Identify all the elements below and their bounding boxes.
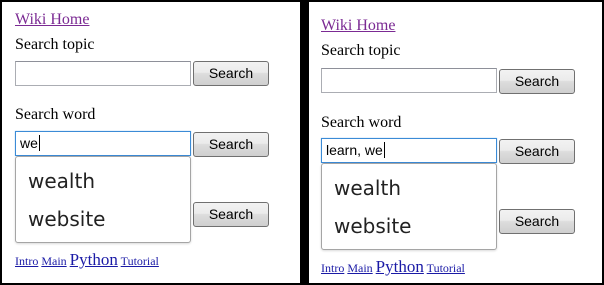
footer-link-intro[interactable]: Intro: [321, 261, 344, 275]
suggestion-item[interactable]: website: [334, 214, 411, 238]
footer-links: Intro Main Python Tutorial: [15, 250, 159, 270]
search-word-label: Search word: [15, 106, 96, 123]
footer-link-python[interactable]: Python: [376, 257, 424, 276]
search-word-value: we: [20, 135, 38, 151]
footer-link-main[interactable]: Main: [347, 261, 372, 275]
suggestion-item[interactable]: wealth: [334, 176, 401, 200]
wiki-home-link[interactable]: Wiki Home: [321, 17, 395, 35]
search-topic-button[interactable]: Search: [193, 61, 269, 86]
footer-link-tutorial[interactable]: Tutorial: [121, 254, 159, 268]
search-word-label: Search word: [321, 114, 402, 131]
search-topic-label: Search topic: [321, 42, 401, 59]
footer-links: Intro Main Python Tutorial: [321, 257, 465, 277]
search-topic-input[interactable]: [321, 68, 497, 93]
footer-link-intro[interactable]: Intro: [15, 254, 38, 268]
autocomplete-dropdown: wealth website: [321, 163, 497, 250]
text-caret: [383, 142, 385, 158]
search-word-input[interactable]: we: [15, 131, 191, 156]
left-panel: Wiki Home Search topic Search Search wor…: [0, 0, 302, 285]
search-topic-label: Search topic: [15, 36, 95, 53]
text-caret: [38, 135, 40, 151]
suggestion-item[interactable]: website: [28, 207, 105, 231]
footer-link-python[interactable]: Python: [70, 250, 118, 269]
search-topic-button[interactable]: Search: [499, 69, 575, 94]
search-word-input[interactable]: learn, we: [321, 138, 497, 163]
search-word-button[interactable]: Search: [499, 139, 575, 164]
footer-link-main[interactable]: Main: [41, 254, 66, 268]
search-button-hidden-row[interactable]: Search: [193, 202, 269, 227]
suggestion-item[interactable]: wealth: [28, 169, 95, 193]
search-topic-input[interactable]: [15, 61, 191, 86]
wiki-home-link[interactable]: Wiki Home: [15, 11, 89, 29]
footer-link-tutorial[interactable]: Tutorial: [427, 261, 465, 275]
right-panel: Wiki Home Search topic Search Search wor…: [307, 0, 604, 285]
search-word-value: learn, we: [326, 142, 383, 158]
autocomplete-dropdown: wealth website: [15, 156, 191, 243]
search-word-button[interactable]: Search: [193, 132, 269, 157]
search-button-hidden-row[interactable]: Search: [499, 209, 575, 234]
